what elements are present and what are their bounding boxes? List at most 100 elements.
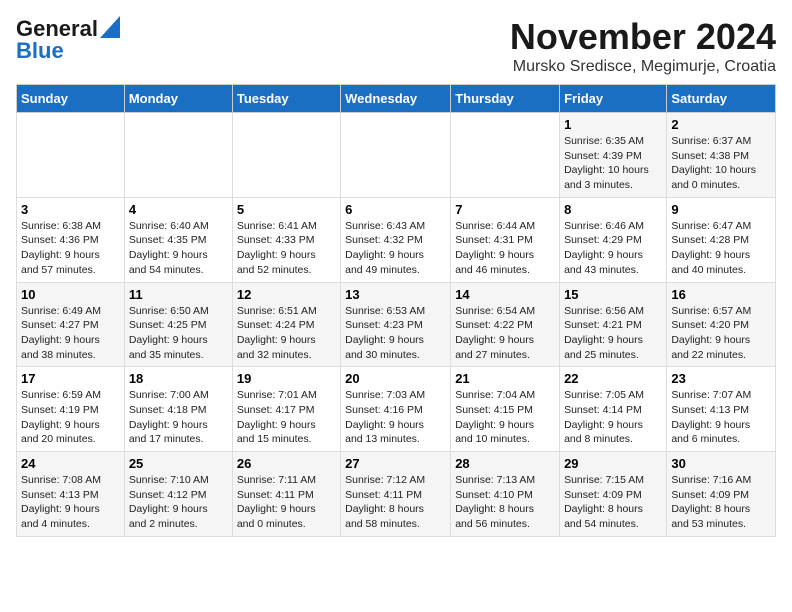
- day-cell: 23 Sunrise: 7:07 AM Sunset: 4:13 PM Dayli…: [667, 367, 776, 452]
- day-number: 22: [564, 371, 662, 386]
- weekday-header-row: SundayMondayTuesdayWednesdayThursdayFrid…: [17, 85, 776, 113]
- day-number: 28: [455, 456, 555, 471]
- day-number: 19: [237, 371, 336, 386]
- day-number: 14: [455, 287, 555, 302]
- day-info: Sunrise: 6:50 AM Sunset: 4:25 PM Dayligh…: [129, 304, 228, 363]
- week-row-4: 17 Sunrise: 6:59 AM Sunset: 4:19 PM Dayli…: [17, 367, 776, 452]
- calendar: SundayMondayTuesdayWednesdayThursdayFrid…: [16, 84, 776, 537]
- day-cell: 22 Sunrise: 7:05 AM Sunset: 4:14 PM Dayli…: [560, 367, 667, 452]
- weekday-sunday: Sunday: [17, 85, 125, 113]
- calendar-body: 1 Sunrise: 6:35 AM Sunset: 4:39 PM Daylig…: [17, 113, 776, 537]
- day-info: Sunrise: 6:57 AM Sunset: 4:20 PM Dayligh…: [671, 304, 771, 363]
- day-number: 20: [345, 371, 446, 386]
- day-cell: 16 Sunrise: 6:57 AM Sunset: 4:20 PM Dayli…: [667, 282, 776, 367]
- day-cell: 29 Sunrise: 7:15 AM Sunset: 4:09 PM Dayli…: [560, 452, 667, 537]
- day-number: 6: [345, 202, 446, 217]
- day-info: Sunrise: 6:49 AM Sunset: 4:27 PM Dayligh…: [21, 304, 120, 363]
- week-row-2: 3 Sunrise: 6:38 AM Sunset: 4:36 PM Daylig…: [17, 197, 776, 282]
- day-info: Sunrise: 7:05 AM Sunset: 4:14 PM Dayligh…: [564, 388, 662, 447]
- day-number: 27: [345, 456, 446, 471]
- day-info: Sunrise: 6:41 AM Sunset: 4:33 PM Dayligh…: [237, 219, 336, 278]
- day-info: Sunrise: 7:08 AM Sunset: 4:13 PM Dayligh…: [21, 473, 120, 532]
- day-cell: [341, 113, 451, 198]
- day-info: Sunrise: 6:44 AM Sunset: 4:31 PM Dayligh…: [455, 219, 555, 278]
- day-info: Sunrise: 7:10 AM Sunset: 4:12 PM Dayligh…: [129, 473, 228, 532]
- day-cell: 11 Sunrise: 6:50 AM Sunset: 4:25 PM Dayli…: [124, 282, 232, 367]
- weekday-tuesday: Tuesday: [232, 85, 340, 113]
- day-number: 26: [237, 456, 336, 471]
- day-number: 15: [564, 287, 662, 302]
- week-row-1: 1 Sunrise: 6:35 AM Sunset: 4:39 PM Daylig…: [17, 113, 776, 198]
- day-number: 18: [129, 371, 228, 386]
- day-number: 25: [129, 456, 228, 471]
- day-cell: 9Sunrise: 6:47 AM Sunset: 4:28 PM Daylig…: [667, 197, 776, 282]
- day-number: 7: [455, 202, 555, 217]
- weekday-saturday: Saturday: [667, 85, 776, 113]
- day-info: Sunrise: 6:47 AM Sunset: 4:28 PM Dayligh…: [671, 219, 771, 278]
- day-cell: 26 Sunrise: 7:11 AM Sunset: 4:11 PM Dayli…: [232, 452, 340, 537]
- weekday-monday: Monday: [124, 85, 232, 113]
- day-cell: 15 Sunrise: 6:56 AM Sunset: 4:21 PM Dayli…: [560, 282, 667, 367]
- day-number: 1: [564, 117, 662, 132]
- day-number: 2: [671, 117, 771, 132]
- day-info: Sunrise: 6:38 AM Sunset: 4:36 PM Dayligh…: [21, 219, 120, 278]
- day-cell: 10Sunrise: 6:49 AM Sunset: 4:27 PM Dayli…: [17, 282, 125, 367]
- day-number: 5: [237, 202, 336, 217]
- weekday-friday: Friday: [560, 85, 667, 113]
- day-number: 17: [21, 371, 120, 386]
- day-info: Sunrise: 6:54 AM Sunset: 4:22 PM Dayligh…: [455, 304, 555, 363]
- logo-triangle-icon: [100, 16, 120, 38]
- week-row-5: 24 Sunrise: 7:08 AM Sunset: 4:13 PM Dayli…: [17, 452, 776, 537]
- day-info: Sunrise: 7:16 AM Sunset: 4:09 PM Dayligh…: [671, 473, 771, 532]
- day-number: 30: [671, 456, 771, 471]
- day-number: 16: [671, 287, 771, 302]
- title-area: November 2024 Mursko Sredisce, Megimurje…: [510, 16, 776, 76]
- day-info: Sunrise: 6:56 AM Sunset: 4:21 PM Dayligh…: [564, 304, 662, 363]
- day-number: 3: [21, 202, 120, 217]
- day-info: Sunrise: 7:04 AM Sunset: 4:15 PM Dayligh…: [455, 388, 555, 447]
- day-info: Sunrise: 7:13 AM Sunset: 4:10 PM Dayligh…: [455, 473, 555, 532]
- day-number: 12: [237, 287, 336, 302]
- day-number: 24: [21, 456, 120, 471]
- weekday-thursday: Thursday: [451, 85, 560, 113]
- day-cell: 24 Sunrise: 7:08 AM Sunset: 4:13 PM Dayli…: [17, 452, 125, 537]
- day-info: Sunrise: 6:53 AM Sunset: 4:23 PM Dayligh…: [345, 304, 446, 363]
- day-cell: [17, 113, 125, 198]
- day-info: Sunrise: 6:59 AM Sunset: 4:19 PM Dayligh…: [21, 388, 120, 447]
- day-cell: 12 Sunrise: 6:51 AM Sunset: 4:24 PM Dayli…: [232, 282, 340, 367]
- day-info: Sunrise: 7:01 AM Sunset: 4:17 PM Dayligh…: [237, 388, 336, 447]
- day-cell: [124, 113, 232, 198]
- day-info: Sunrise: 7:00 AM Sunset: 4:18 PM Dayligh…: [129, 388, 228, 447]
- day-cell: 19 Sunrise: 7:01 AM Sunset: 4:17 PM Dayli…: [232, 367, 340, 452]
- day-number: 29: [564, 456, 662, 471]
- logo-blue: Blue: [16, 38, 64, 64]
- day-info: Sunrise: 6:43 AM Sunset: 4:32 PM Dayligh…: [345, 219, 446, 278]
- day-cell: 14 Sunrise: 6:54 AM Sunset: 4:22 PM Dayli…: [451, 282, 560, 367]
- day-cell: 25 Sunrise: 7:10 AM Sunset: 4:12 PM Dayli…: [124, 452, 232, 537]
- day-info: Sunrise: 7:03 AM Sunset: 4:16 PM Dayligh…: [345, 388, 446, 447]
- day-info: Sunrise: 7:07 AM Sunset: 4:13 PM Dayligh…: [671, 388, 771, 447]
- day-number: 8: [564, 202, 662, 217]
- day-info: Sunrise: 6:51 AM Sunset: 4:24 PM Dayligh…: [237, 304, 336, 363]
- day-cell: 1 Sunrise: 6:35 AM Sunset: 4:39 PM Daylig…: [560, 113, 667, 198]
- day-cell: 28 Sunrise: 7:13 AM Sunset: 4:10 PM Dayli…: [451, 452, 560, 537]
- day-number: 13: [345, 287, 446, 302]
- week-row-3: 10Sunrise: 6:49 AM Sunset: 4:27 PM Dayli…: [17, 282, 776, 367]
- day-cell: 30 Sunrise: 7:16 AM Sunset: 4:09 PM Dayli…: [667, 452, 776, 537]
- day-cell: 7 Sunrise: 6:44 AM Sunset: 4:31 PM Daylig…: [451, 197, 560, 282]
- day-cell: 17 Sunrise: 6:59 AM Sunset: 4:19 PM Dayli…: [17, 367, 125, 452]
- day-number: 23: [671, 371, 771, 386]
- day-info: Sunrise: 7:11 AM Sunset: 4:11 PM Dayligh…: [237, 473, 336, 532]
- logo: General Blue: [16, 16, 120, 64]
- day-info: Sunrise: 7:15 AM Sunset: 4:09 PM Dayligh…: [564, 473, 662, 532]
- day-cell: 5 Sunrise: 6:41 AM Sunset: 4:33 PM Daylig…: [232, 197, 340, 282]
- day-number: 11: [129, 287, 228, 302]
- day-cell: 13 Sunrise: 6:53 AM Sunset: 4:23 PM Dayli…: [341, 282, 451, 367]
- day-info: Sunrise: 6:35 AM Sunset: 4:39 PM Dayligh…: [564, 134, 662, 193]
- day-cell: 20 Sunrise: 7:03 AM Sunset: 4:16 PM Dayli…: [341, 367, 451, 452]
- day-cell: 4Sunrise: 6:40 AM Sunset: 4:35 PM Daylig…: [124, 197, 232, 282]
- day-info: Sunrise: 7:12 AM Sunset: 4:11 PM Dayligh…: [345, 473, 446, 532]
- weekday-wednesday: Wednesday: [341, 85, 451, 113]
- day-cell: 18 Sunrise: 7:00 AM Sunset: 4:18 PM Dayli…: [124, 367, 232, 452]
- day-cell: 27 Sunrise: 7:12 AM Sunset: 4:11 PM Dayli…: [341, 452, 451, 537]
